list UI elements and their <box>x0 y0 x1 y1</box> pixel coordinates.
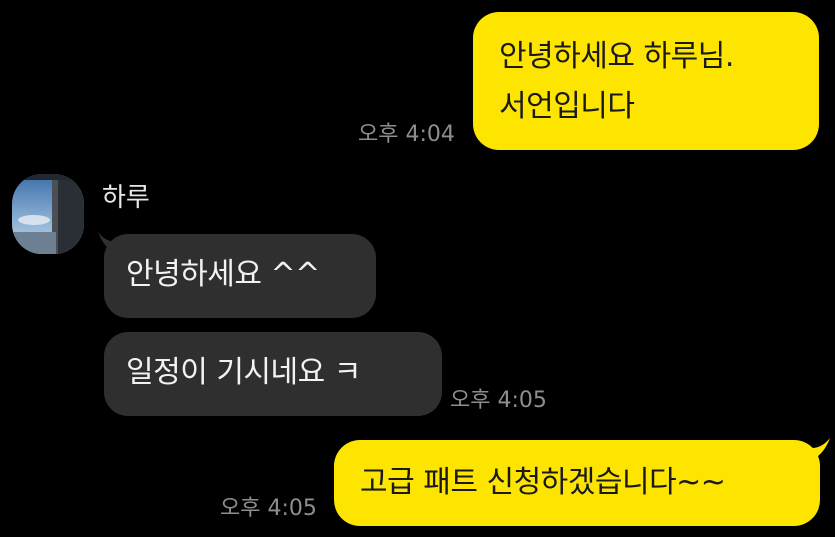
sender-name: 하루 <box>102 183 150 213</box>
my-message-bubble[interactable]: 고급 패트 신청하겠습니다~~ <box>334 440 820 526</box>
window-sky-photo-icon <box>12 174 84 254</box>
message-line: 안녕하세요 하루님. <box>499 39 734 74</box>
message-line: 서언입니다 <box>499 89 635 124</box>
my-message-bubble[interactable]: 안녕하세요 하루님. 서언입니다 <box>473 12 819 150</box>
message-text: 고급 패트 신청하겠습니다~~ <box>360 465 726 500</box>
other-message-bubble[interactable]: 일정이 기시네요 ㅋ <box>104 332 442 416</box>
sender-avatar[interactable] <box>12 174 84 254</box>
message-text: 안녕하세요 ^^ <box>126 257 320 292</box>
chat-window: 안녕하세요 하루님. 서언입니다 오후 4:04 하루 안녕하세요 ^^ 일정이… <box>0 0 835 537</box>
message-timestamp: 오후 4:05 <box>220 496 317 521</box>
bubble-tail <box>812 438 830 460</box>
message-timestamp: 오후 4:05 <box>450 388 547 413</box>
message-text: 일정이 기시네요 ㅋ <box>126 355 361 390</box>
other-message-bubble[interactable]: 안녕하세요 ^^ <box>104 234 376 318</box>
message-timestamp: 오후 4:04 <box>358 122 455 147</box>
